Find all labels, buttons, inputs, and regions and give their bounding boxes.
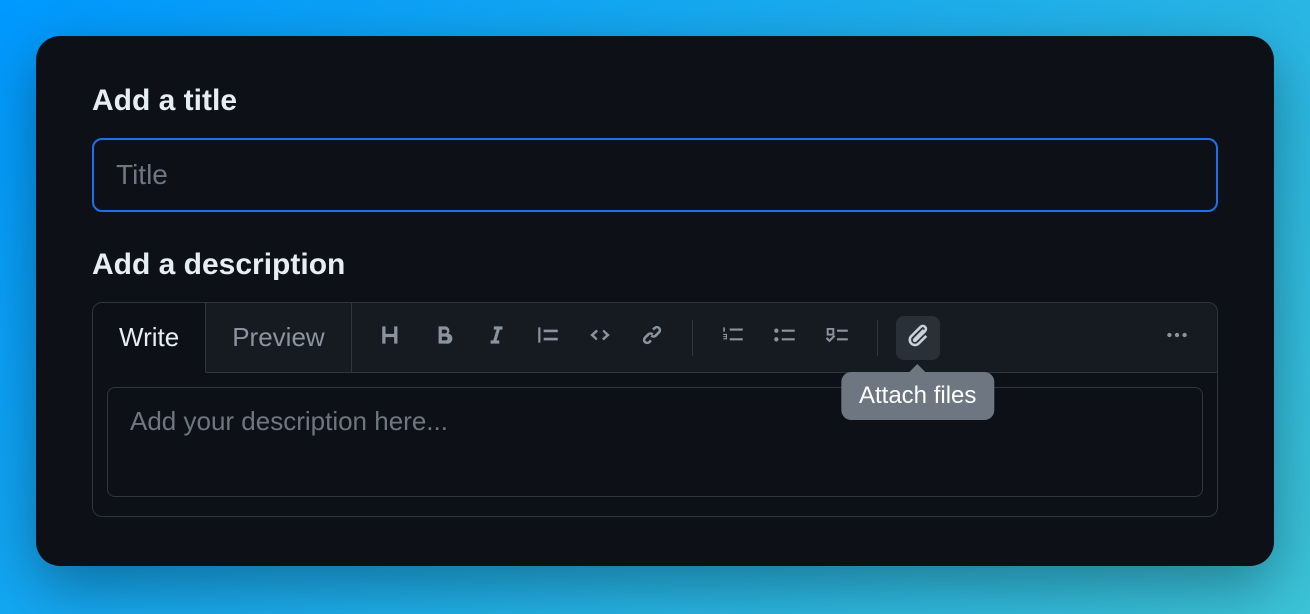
tab-preview[interactable]: Preview [206,303,351,372]
toolbar-divider-2 [877,320,878,356]
kebab-icon [1164,322,1190,353]
italic-button[interactable] [474,316,518,360]
editor-toolbar: Write Preview [93,303,1217,373]
more-button[interactable] [1155,316,1199,360]
paperclip-icon [905,322,931,353]
bullet-list-button[interactable] [763,316,807,360]
title-input[interactable] [92,138,1218,212]
numbered-list-icon [720,322,746,353]
link-icon [639,322,665,353]
tab-write-label: Write [119,322,179,353]
bold-button[interactable] [422,316,466,360]
code-button[interactable] [578,316,622,360]
heading-icon [379,322,405,353]
bold-icon [431,322,457,353]
quote-icon [535,322,561,353]
code-icon [587,322,613,353]
task-list-button[interactable] [815,316,859,360]
issue-form-panel: Add a title Add a description Write Prev… [36,36,1274,566]
tab-write[interactable]: Write [93,303,206,373]
numbered-list-button[interactable] [711,316,755,360]
description-area [93,373,1217,516]
link-button[interactable] [630,316,674,360]
description-input[interactable] [107,387,1203,497]
task-list-icon [824,322,850,353]
italic-icon [483,322,509,353]
description-editor: Write Preview [92,302,1218,517]
title-label: Add a title [92,84,1218,118]
heading-button[interactable] [370,316,414,360]
attach-tooltip-text: Attach files [859,382,976,409]
bullet-list-icon [772,322,798,353]
attach-tooltip: Attach files [841,372,994,420]
toolbar-divider [692,320,693,356]
tab-preview-label: Preview [232,322,324,353]
attach-files-button[interactable]: Attach files [896,316,940,360]
quote-button[interactable] [526,316,570,360]
description-label: Add a description [92,248,1218,282]
toolbar-icons-group: Attach files [352,303,1217,372]
